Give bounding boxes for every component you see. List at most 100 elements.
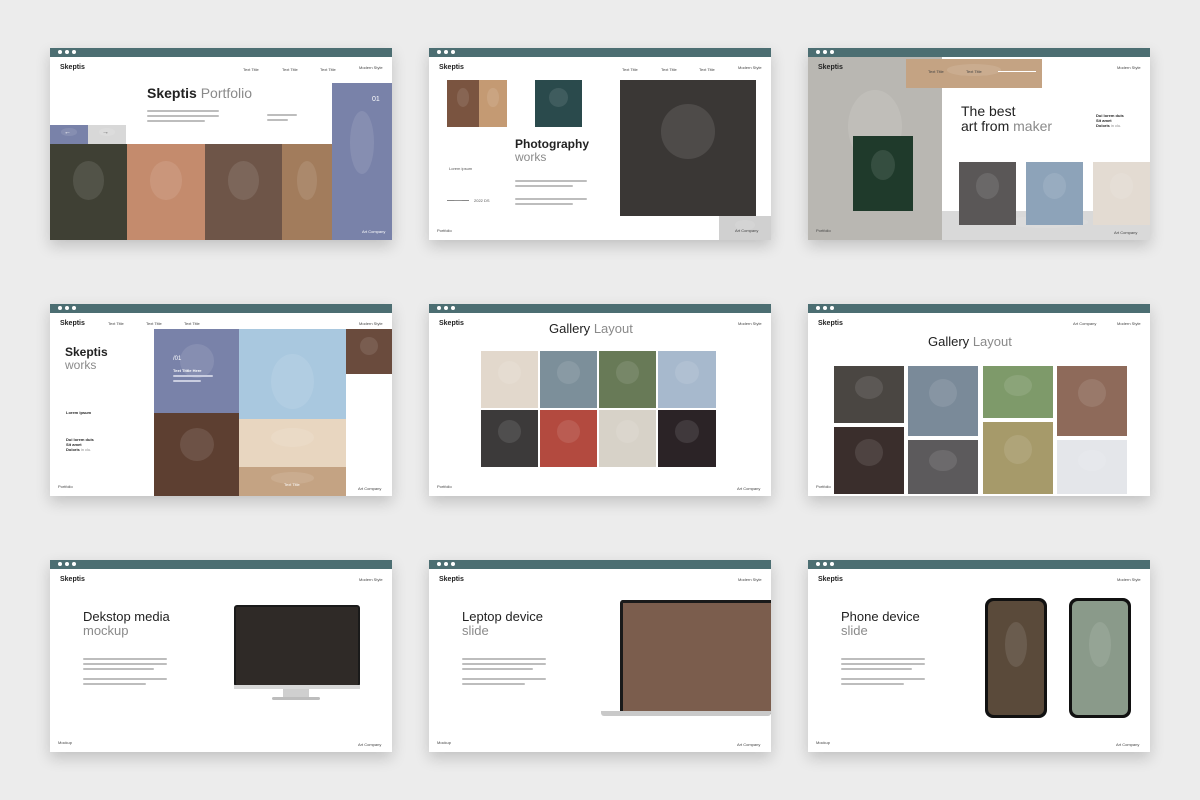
photo-sand — [239, 419, 346, 467]
photo-white-bowls — [1093, 162, 1150, 225]
prev-button[interactable]: ← — [50, 125, 88, 144]
slide-photography-works[interactable]: Skeptis Text Title Text Title Text Title… — [429, 48, 771, 240]
footer-portfolio: Portfolio — [58, 484, 73, 489]
gallery-photo-garden — [599, 351, 656, 408]
style-label: Modern Style — [1117, 321, 1141, 326]
slide-skeptis-works[interactable]: Skeptis Text Title Text Title Text Title… — [50, 304, 392, 496]
gallery-photo-bright — [1057, 440, 1127, 494]
slide-title: Phone device slide — [841, 609, 920, 639]
footer-company: Art Company — [1114, 230, 1138, 235]
laptop-base — [601, 711, 771, 716]
side-text — [267, 114, 297, 124]
gallery-photo-man — [540, 351, 597, 408]
nav-item-3[interactable]: Text Title — [320, 67, 336, 72]
gallery-photo-leaf — [599, 410, 656, 467]
gallery-photo-veil — [834, 366, 904, 423]
nav-item-3[interactable]: Text Title — [699, 67, 715, 72]
footer-company: Art Company — [1116, 742, 1140, 747]
slide-title: Leptop device slide — [462, 609, 543, 639]
photo-woman-lace — [50, 144, 127, 240]
gallery-photo-two-women — [1057, 366, 1127, 436]
body-text-2 — [462, 678, 546, 688]
footer-portfolio: Portfolio — [816, 228, 831, 233]
photo-man-closeup — [154, 413, 239, 496]
slide-topbar — [429, 48, 771, 57]
nav-item-2[interactable]: Text Title — [146, 321, 162, 326]
gallery-photo-dress — [983, 422, 1053, 494]
slide-title: Dekstop media mockup — [83, 609, 170, 639]
style-label: Modern Style — [359, 65, 383, 70]
window-dots — [816, 306, 834, 310]
nav-item-3[interactable]: Text Title — [184, 321, 200, 326]
nav-item-2[interactable]: Text Title — [661, 67, 677, 72]
panel-index: /01 — [173, 356, 182, 362]
nav-item-1[interactable]: Text Title — [243, 67, 259, 72]
slide-phone-mockup[interactable]: Skeptis Modern Style Phone device slide M… — [808, 560, 1150, 752]
slide-title: Skeptis works — [65, 345, 108, 373]
photo-woman-small — [447, 80, 479, 127]
style-label: Modern Style — [738, 577, 762, 582]
nav-item-1[interactable]: Text Title — [622, 67, 638, 72]
slide-desktop-mockup[interactable]: Skeptis Modern Style Dekstop media mockup… — [50, 560, 392, 752]
footer-portfolio: Portfolio — [816, 484, 831, 489]
slide-portfolio[interactable]: Skeptis Text Title Text Title Text Title… — [50, 48, 392, 240]
photo-freckles-closeup — [127, 144, 205, 240]
photo-figure-dark — [853, 136, 913, 211]
body-text-1 — [462, 658, 546, 673]
photo-group-women — [205, 144, 282, 240]
footer-company: Art Company — [737, 486, 761, 491]
lorem-label: Lorem ipsum — [449, 166, 473, 171]
side-note: Dui lorem duis Sit amet Doloris in clu. — [66, 437, 94, 453]
nav-item-1[interactable]: Text Title — [928, 69, 944, 74]
window-dots — [437, 50, 455, 54]
footer-company: Art Company — [735, 228, 759, 233]
brand-logo: Skeptis — [60, 320, 85, 327]
phone-left-screen — [988, 601, 1044, 715]
panel-title: Text Tittle Here — [173, 368, 202, 373]
body-text — [147, 110, 219, 125]
gallery-photo-boy — [481, 410, 538, 467]
style-label: Modern Style — [1117, 65, 1141, 70]
brand-logo: Skeptis — [60, 576, 85, 583]
nav-item-1[interactable]: Text Title — [108, 321, 124, 326]
slide-topbar — [429, 560, 771, 569]
slide-title: The best art from maker — [961, 103, 1053, 135]
brand-logo: Skeptis — [818, 576, 843, 583]
slide-topbar — [808, 48, 1150, 57]
nav-underline — [998, 71, 1036, 72]
lorem-label: Lorem ipsum — [66, 410, 92, 415]
brand-logo: Skeptis — [818, 64, 843, 71]
window-dots — [816, 562, 834, 566]
slide-laptop-mockup[interactable]: Skeptis Modern Style Leptop device slide … — [429, 560, 771, 752]
slide-gallery-2[interactable]: Skeptis Art Company Modern Style Gallery… — [808, 304, 1150, 496]
phone-right-screen — [1072, 601, 1128, 715]
laptop-screen — [620, 600, 771, 714]
window-dots — [437, 306, 455, 310]
photo-sitting-figure — [959, 162, 1016, 225]
photo-woman-plant — [1026, 162, 1083, 225]
gallery-photo-sitting — [908, 440, 978, 494]
slide-topbar — [808, 560, 1150, 569]
window-dots — [816, 50, 834, 54]
style-label: Modern Style — [738, 65, 762, 70]
panel-text — [173, 375, 213, 385]
photo-woman-makeup — [346, 329, 392, 374]
gallery-photo-flower-girl — [983, 366, 1053, 418]
body-text-2 — [83, 678, 167, 688]
footer-company: Art Company — [358, 742, 382, 747]
nav-item-2[interactable]: Text Title — [966, 69, 982, 74]
nav-item-2[interactable]: Text Title — [282, 67, 298, 72]
monitor-base — [272, 697, 320, 700]
slide-topbar — [808, 304, 1150, 313]
photo-camera-hands — [620, 80, 756, 216]
photo-woman-flowers — [535, 80, 582, 127]
footer-company: Art Company — [362, 229, 386, 234]
next-button[interactable]: → — [88, 125, 126, 144]
brand-logo: Skeptis — [60, 64, 85, 71]
brand-logo: Skeptis — [818, 320, 843, 327]
nav-item-1[interactable]: Art Company — [1073, 321, 1096, 326]
gallery-photo-red-jacket — [658, 410, 716, 467]
slide-gallery-1[interactable]: Skeptis Modern Style Gallery Layout Port… — [429, 304, 771, 496]
style-label: Modern Style — [359, 577, 383, 582]
slide-best-art[interactable]: Skeptis Text Title Text Title Modern Sty… — [808, 48, 1150, 240]
